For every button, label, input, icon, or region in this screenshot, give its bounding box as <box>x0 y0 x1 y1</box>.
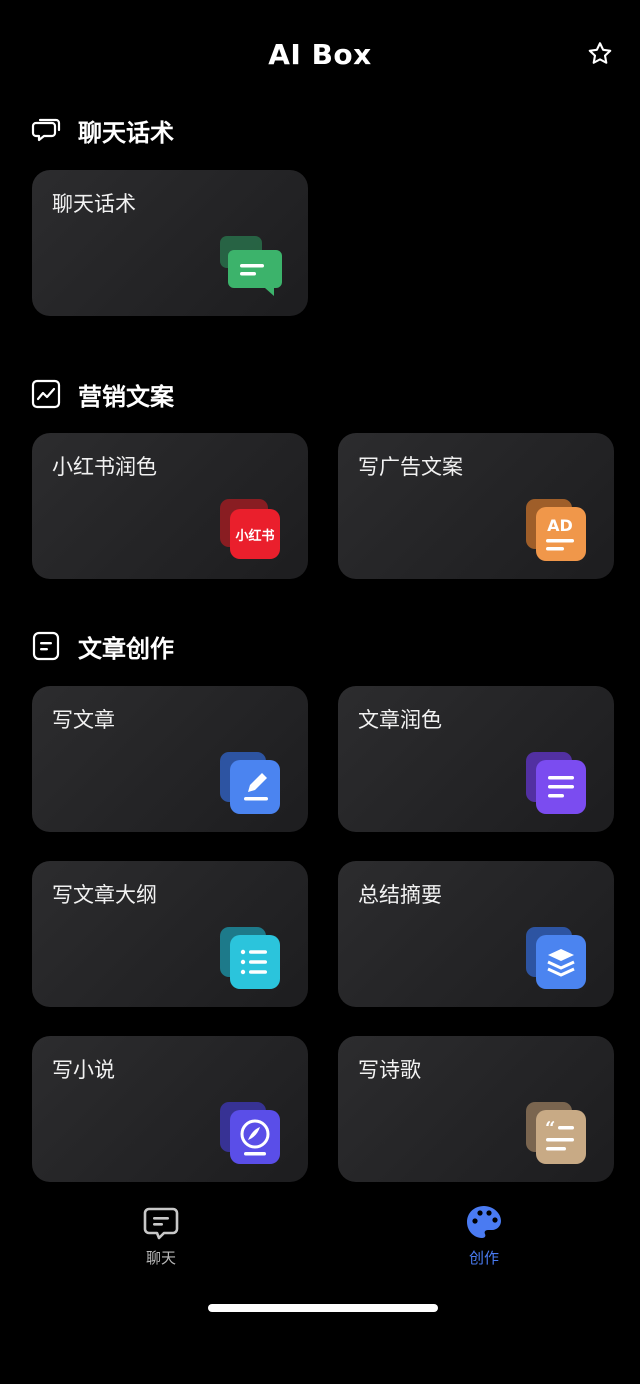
star-icon[interactable] <box>586 40 614 68</box>
tab-bar: 聊天 创作 <box>0 1195 640 1295</box>
card-label: 写文章 <box>52 708 115 732</box>
card-label: 写诗歌 <box>358 1058 421 1082</box>
card-article-outline[interactable]: 写文章大纲 <box>32 861 308 1007</box>
xiaohongshu-badge-text: 小红书 <box>235 528 274 544</box>
layers-icon <box>526 927 586 989</box>
card-label: 小红书润色 <box>52 455 157 479</box>
card-label: 聊天话术 <box>52 192 136 216</box>
card-label: 写广告文案 <box>358 455 463 479</box>
tab-label: 聊天 <box>145 1249 176 1267</box>
text-lines-icon <box>526 752 586 814</box>
trend-chart-icon <box>31 379 61 409</box>
chat-bubbles-icon <box>31 118 61 142</box>
ad-badge-text: AD <box>547 516 573 535</box>
section-title-chat: 聊天话术 <box>30 112 174 148</box>
card-label: 总结摘要 <box>358 883 442 907</box>
card-write-poem[interactable]: 写诗歌 “ <box>338 1036 614 1182</box>
card-label: 写小说 <box>52 1058 115 1082</box>
card-polish-article[interactable]: 文章润色 <box>338 686 614 832</box>
chat-icon <box>143 1207 179 1240</box>
section-title-article: 文章创作 <box>30 628 174 664</box>
card-summary[interactable]: 总结摘要 <box>338 861 614 1007</box>
card-label: 写文章大纲 <box>52 883 157 907</box>
card-xiaohongshu[interactable]: 小红书润色 小红书 <box>32 433 308 579</box>
ad-icon: AD <box>526 499 586 561</box>
home-indicator <box>208 1304 438 1312</box>
pen-document-icon <box>220 752 280 814</box>
tab-label: 创作 <box>468 1249 499 1267</box>
card-chat-script[interactable]: 聊天话术 <box>32 170 308 316</box>
card-ad-copy[interactable]: 写广告文案 AD <box>338 433 614 579</box>
chat-green-icon <box>220 236 282 296</box>
quote-icon: “ <box>526 1102 586 1164</box>
document-icon <box>32 631 60 661</box>
svg-text:“: “ <box>545 1118 555 1139</box>
section-title-marketing: 营销文案 <box>30 376 174 412</box>
section-title-label: 聊天话术 <box>78 118 174 147</box>
card-write-article[interactable]: 写文章 <box>32 686 308 832</box>
palette-icon <box>467 1206 501 1238</box>
section-title-label: 营销文案 <box>78 382 174 411</box>
tab-create[interactable]: 创作 <box>434 1195 534 1268</box>
card-label: 文章润色 <box>358 708 442 732</box>
xiaohongshu-icon: 小红书 <box>220 499 280 559</box>
tab-chat[interactable]: 聊天 <box>111 1195 211 1268</box>
section-title-label: 文章创作 <box>78 634 174 663</box>
header: AI Box <box>0 0 640 110</box>
card-write-novel[interactable]: 写小说 <box>32 1036 308 1182</box>
quill-book-icon <box>220 1102 280 1164</box>
page-title: AI Box <box>268 38 372 71</box>
list-icon <box>220 927 280 989</box>
